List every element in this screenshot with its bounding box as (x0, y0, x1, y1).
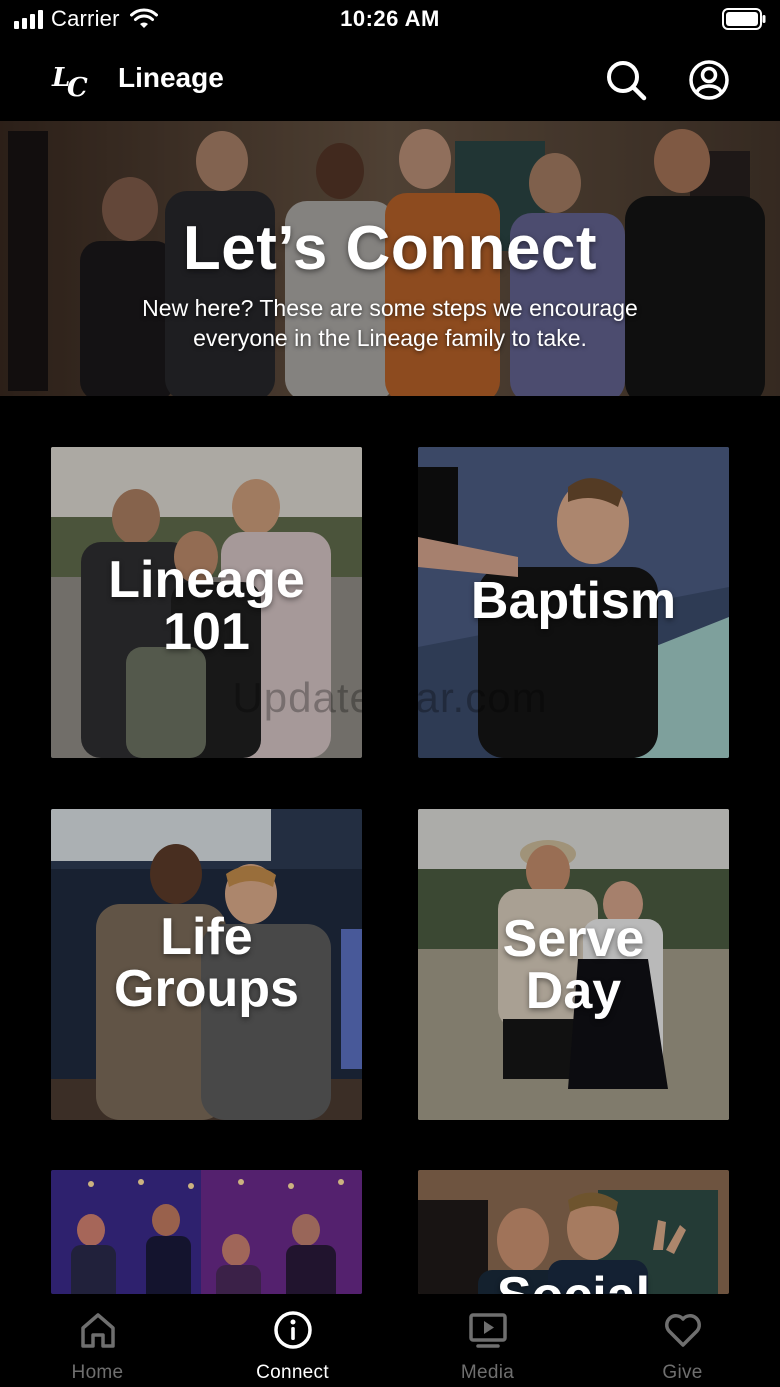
tile-overlay (51, 1170, 362, 1294)
app-screen: Carrier 10:26 AM L C Lineage Let’s Conne… (0, 0, 780, 1387)
tab-connect[interactable]: Connect (195, 1294, 390, 1387)
search-icon[interactable] (604, 58, 648, 102)
watermark: UpdateStar.com (232, 674, 548, 721)
tile-label-line: Day (525, 962, 622, 1020)
status-time: 10:26 AM (340, 6, 440, 31)
tile-social[interactable]: Social (418, 1170, 729, 1294)
info-circle-icon (274, 1311, 312, 1349)
tile-serve-day[interactable]: Serve Day (418, 809, 729, 1120)
tile-label: Life Groups (51, 911, 362, 1015)
svg-text:C: C (67, 73, 88, 100)
tab-media[interactable]: Media (390, 1294, 585, 1387)
hero-title: Let’s Connect (182, 214, 598, 283)
battery-icon (722, 8, 766, 30)
home-icon (81, 1313, 115, 1348)
media-play-icon (469, 1313, 507, 1348)
tile-label-line: Groups (114, 960, 299, 1018)
tile-label-line: 101 (163, 603, 250, 661)
hero-subtitle: New here? These are some steps we encour… (142, 295, 638, 351)
tile-label-line: Lineage (108, 551, 305, 609)
tile-label: Serve Day (418, 913, 729, 1017)
profile-icon[interactable] (687, 58, 731, 102)
hero-banner: Let’s Connect New here? These are some s… (0, 121, 780, 396)
tile-label-line: Baptism (470, 572, 677, 630)
tile-label: Baptism (418, 575, 729, 627)
tab-label: Connect (256, 1362, 329, 1383)
lineage-logo-icon[interactable]: L C (50, 60, 94, 103)
tile-label-line: Serve (502, 910, 645, 968)
nav-bar: L C Lineage (0, 44, 780, 118)
tile-label-line: Social (418, 1270, 729, 1294)
tile-life-groups[interactable]: Life Groups (51, 809, 362, 1120)
tile-label: Social (418, 1270, 729, 1294)
tab-bar: Home Connect Media Give (0, 1294, 780, 1387)
heart-icon (665, 1314, 701, 1347)
status-bar: Carrier 10:26 AM (0, 0, 780, 40)
tile-youth[interactable] (51, 1170, 362, 1294)
tab-label: Home (71, 1362, 124, 1383)
tab-home[interactable]: Home (0, 1294, 195, 1387)
tab-label: Give (662, 1362, 703, 1383)
tab-label: Media (460, 1362, 515, 1383)
tile-label-line: Life (160, 908, 253, 966)
tile-label: Lineage 101 (51, 554, 362, 658)
nav-title: Lineage (118, 62, 224, 93)
tab-give[interactable]: Give (585, 1294, 780, 1387)
